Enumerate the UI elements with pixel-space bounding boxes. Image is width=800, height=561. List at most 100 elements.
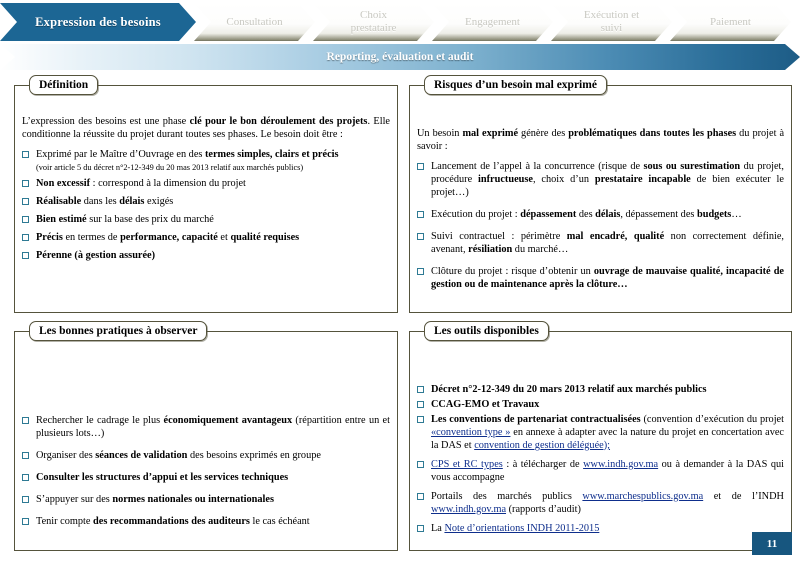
process-chevron-strip: Expression des besoins Consultation Choi… [0,3,800,41]
item-text-post: des besoins exprimés en groupe [187,449,321,461]
checkbox-icon [417,210,424,218]
panel-pratiques-body: Rechercher le cadrage le plus économique… [15,332,397,529]
item-b1: dépassement [520,208,577,220]
panel-risques: Risques d’un besoin mal exprimé Un besoi… [409,75,792,313]
item-text-t1: La [431,522,445,534]
item-text-bold2: délais [119,195,145,207]
checkbox-icon [417,267,424,275]
link-indh-gov-ma-2[interactable]: www.indh.gov.ma [431,504,506,515]
checkbox-icon [22,417,29,424]
panel-definition: Définition L’expression des besoins est … [14,75,398,313]
list-item: Clôture du projet : risque d’obtenir un … [417,266,784,292]
item-text-bold: économiquement avantageux [163,415,293,426]
panel-risques-body: Un besoin mal exprimé génère des problém… [410,86,791,292]
item-text-bold: CCAG-EMO et Travaux [431,398,540,410]
process-step-choix-prestataire[interactable]: Choix prestataire [313,3,434,41]
item-text-bold: Décret n°2-12-349 du 20 mars 2013 relati… [431,384,707,395]
checkbox-icon [22,495,29,503]
panel-outils-body: Décret n°2-12-349 du 20 mars 2013 relati… [410,332,791,536]
item-b2: infructueuse [478,173,533,185]
list-item: Les conventions de partenariat contractu… [417,414,784,453]
list-item: Portails des marchés publics www.marches… [417,491,784,517]
process-step-label: Consultation [226,15,283,28]
risques-intro-b: mal exprimé [462,128,519,139]
checkbox-icon [417,524,424,532]
list-item: Bien estimé sur la base des prix du marc… [22,214,390,227]
item-text-post2: exigés [144,195,174,207]
process-step-engagement[interactable]: Engagement [432,3,553,41]
list-item: Lancement de l’appel à la concurrence (r… [417,161,784,200]
checkbox-icon [22,179,29,187]
process-step-label: Expression des besoins [35,14,161,29]
item-text-bold: Consulter les structures d’appui et les … [36,471,289,483]
risques-intro-c: génère des [518,128,569,139]
process-step-paiement[interactable]: Paiement [670,3,791,41]
list-item: Consulter les structures d’appui et les … [22,472,390,485]
process-step-label: Choix prestataire [350,9,397,34]
risques-checklist: Lancement de l’appel à la concurrence (r… [417,161,784,292]
item-b1: sous ou surestimation [643,160,741,172]
list-item: Exécution du projet : dépassement des dé… [417,209,784,222]
panel-definition-body: L’expression des besoins est une phase c… [15,86,397,263]
link-convention-gestion-deleguee[interactable]: convention de gestion déléguée); [474,440,610,451]
item-text-bold: normes nationales ou internationales [112,493,274,505]
definition-intro-part1: L’expression des besoins est une phase [22,116,190,127]
checkbox-icon [417,460,424,468]
item-text-t3: (rapports d’audit) [506,503,581,515]
list-item: Décret n°2-12-349 du 20 mars 2013 relati… [417,384,784,397]
checkbox-icon [22,150,29,158]
checkbox-icon [417,232,424,240]
item-text-pre: Organiser des [36,449,96,461]
checkbox-icon [22,517,29,525]
reporting-bar: Reporting, évaluation et audit [0,44,800,70]
item-text-post: dans les [81,195,120,207]
item-b3: prestataire incapable [594,173,691,185]
checkbox-icon [22,215,29,223]
checkbox-icon [22,233,29,241]
list-item: Exprimé par le Maître d’Ouvrage en des t… [22,149,390,173]
list-item: La Note d’orientations INDH 2011-2015 [417,523,784,536]
item-p1: Clôture du projet : risque d’obtenir un [431,265,594,277]
item-text-post: en termes de [62,231,121,243]
checkbox-icon [417,400,424,408]
link-cps-rc-types[interactable]: CPS et RC types [431,459,503,470]
checkbox-icon [417,492,424,500]
item-b3: budgets [696,208,732,220]
item-text-bold: Non excessif [36,177,91,189]
item-text-t2: et de l’INDH [703,490,784,502]
link-marchespublics-gov-ma[interactable]: www.marchespublics.gov.ma [582,491,703,502]
item-p3: du marché… [512,243,569,255]
reporting-bar-label: Reporting, évaluation et audit [326,51,474,63]
page-number-badge: 11 [752,532,792,555]
item-b2: résiliation [468,243,513,255]
list-item: CPS et RC types : à télécharger de www.i… [417,459,784,485]
link-convention-type[interactable]: «convention type » [431,427,510,438]
item-p1: Suivi contractuel : périmètre [431,230,567,242]
item-text-t1: (convention d’exécution du projet [640,413,784,425]
panel-outils-title: Les outils disponibles [424,321,549,341]
list-item: Suivi contractuel : périmètre mal encadr… [417,231,784,257]
checkbox-icon [22,473,29,481]
link-indh-gov-ma[interactable]: www.indh.gov.ma [583,459,658,470]
checkbox-icon [22,251,29,259]
link-note-orientations-indh[interactable]: Note d’orientations INDH 2011-2015 [444,523,599,534]
checkbox-icon [417,162,424,170]
checkbox-icon [417,415,424,423]
panel-risques-title: Risques d’un besoin mal exprimé [424,75,607,95]
process-step-expression-des-besoins[interactable]: Expression des besoins [0,3,196,41]
process-step-label: Engagement [465,15,520,28]
process-step-consultation[interactable]: Consultation [194,3,315,41]
risques-intro: Un besoin mal exprimé génère des problém… [417,128,784,154]
list-item: CCAG-EMO et Travaux [417,399,784,412]
item-b1: mal encadré, qualité [566,230,665,242]
item-text-bold: Réalisable [36,195,82,207]
checkbox-icon [417,386,424,393]
panel-definition-title: Définition [29,75,99,95]
definition-checklist: Exprimé par le Maître d’Ouvrage en des t… [22,149,390,263]
item-text-t1: : à télécharger de [502,458,584,470]
definition-intro: L’expression des besoins est une phase c… [22,116,390,142]
process-step-execution-et-suivi[interactable]: Exécution et suivi [551,3,672,41]
process-step-label: Paiement [710,15,751,28]
slide-page: Expression des besoins Consultation Choi… [0,0,800,561]
definition-intro-bold: clé pour le bon déroulement des projets [189,116,368,127]
